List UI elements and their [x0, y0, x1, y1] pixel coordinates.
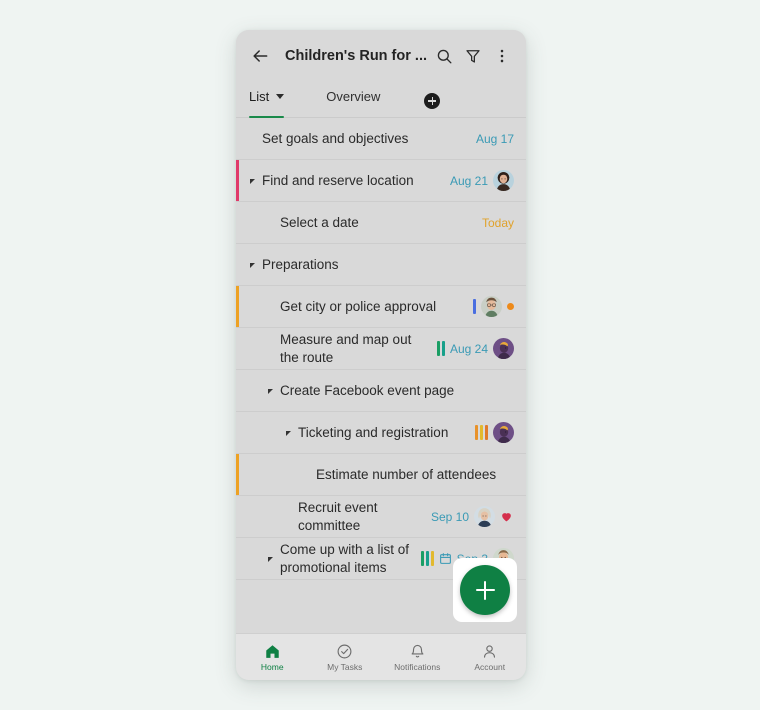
assignee-avatar[interactable] — [493, 170, 514, 191]
collapse-toggle-icon[interactable] — [250, 263, 255, 268]
task-tag-bars — [436, 341, 445, 356]
task-row[interactable]: Create Facebook event page — [236, 370, 526, 412]
tab-bar: List Overview — [236, 82, 526, 118]
nav-item-label: My Tasks — [327, 661, 363, 672]
filter-icon — [466, 50, 480, 63]
task-row[interactable]: Recruit event committee Sep 10 — [236, 496, 526, 538]
tab-list-label: List — [249, 89, 270, 104]
nav-item-label: Account — [474, 661, 506, 672]
task-row[interactable]: Estimate number of attendees — [236, 454, 526, 496]
task-title: Find and reserve location — [262, 172, 414, 188]
search-button[interactable] — [431, 43, 457, 69]
tag-bar — [473, 299, 476, 314]
search-icon — [437, 49, 452, 64]
arrow-left-icon — [253, 50, 268, 62]
assignee-avatar[interactable] — [481, 296, 502, 317]
more-options-button[interactable] — [489, 43, 515, 69]
app-bar: Children's Run for ... — [236, 30, 526, 82]
collapse-toggle-icon[interactable] — [286, 431, 291, 436]
nav-item-label: Home — [260, 661, 284, 672]
task-list[interactable]: Set goals and objectives Aug 17 Find and r… — [236, 118, 526, 633]
page-title: Children's Run for ... — [285, 48, 428, 64]
tab-overview-label: Overview — [326, 89, 381, 104]
nav-item-label: Notifications — [394, 661, 441, 672]
task-title: Estimate number of attendees — [316, 466, 497, 482]
tag-bar — [430, 551, 434, 566]
task-row[interactable]: Find and reserve location Aug 21 — [236, 160, 526, 202]
chevron-down-icon — [276, 94, 285, 99]
collapse-toggle-icon[interactable] — [250, 179, 255, 184]
task-title: Measure and map out the route — [280, 331, 412, 365]
bottom-navigation: Home My Tasks Notifications Account — [236, 633, 526, 680]
filter-button[interactable] — [460, 43, 486, 69]
tab-overview[interactable]: Overview — [326, 82, 380, 117]
task-row[interactable]: Select a date Today — [236, 202, 526, 244]
task-title: Ticketing and registration — [298, 424, 449, 440]
tag-bar — [420, 551, 424, 566]
task-tag-bars — [420, 551, 434, 566]
task-tag-bars — [475, 425, 488, 440]
task-title: Select a date — [280, 214, 359, 230]
phone-frame: Children's Run for ... List Overview Set… — [236, 30, 526, 680]
task-meta: Aug 24 — [436, 338, 514, 359]
row-accent-bar — [236, 160, 239, 201]
status-dot — [507, 303, 514, 310]
task-meta — [475, 422, 514, 443]
task-row[interactable]: Measure and map out the route Aug 24 — [236, 328, 526, 370]
bell-icon — [409, 643, 426, 660]
tag-bar — [441, 341, 445, 356]
screen: Children's Run for ... List Overview Set… — [0, 0, 760, 710]
task-meta — [473, 296, 514, 317]
task-meta: Sep 10 — [431, 506, 514, 527]
collapse-toggle-icon[interactable] — [268, 557, 273, 562]
heart-icon[interactable] — [500, 510, 514, 523]
task-row[interactable]: Set goals and objectives Aug 17 — [236, 118, 526, 160]
task-title: Preparations — [262, 256, 339, 272]
add-task-fab[interactable] — [460, 565, 510, 615]
tag-bar — [436, 341, 440, 356]
task-row[interactable]: Ticketing and registration — [236, 412, 526, 454]
tag-bar — [475, 425, 478, 440]
more-vertical-icon — [500, 49, 504, 63]
task-title: Set goals and objectives — [262, 130, 409, 146]
calendar-icon — [439, 552, 452, 565]
task-due-date: Aug 24 — [449, 341, 488, 356]
task-meta: Aug 21 — [450, 170, 514, 191]
collapse-toggle-icon[interactable] — [268, 389, 273, 394]
nav-item-notifications[interactable]: Notifications — [381, 643, 454, 672]
task-row[interactable]: Get city or police approval — [236, 286, 526, 328]
fab-container — [453, 558, 517, 622]
tag-bar — [425, 551, 429, 566]
row-accent-bar — [236, 286, 239, 327]
task-tag-bars — [473, 299, 476, 314]
add-tab-button[interactable] — [424, 93, 441, 109]
task-title: Recruit event committee — [298, 499, 378, 533]
home-icon — [264, 643, 281, 660]
assignee-avatar[interactable] — [493, 338, 514, 359]
task-due-date: Aug 21 — [449, 173, 488, 188]
task-title: Come up with a list of promotional items — [280, 541, 410, 575]
task-meta: Aug 17 — [476, 132, 514, 146]
task-meta: Today — [482, 216, 514, 230]
row-accent-bar — [236, 454, 239, 495]
assignee-avatar[interactable] — [474, 506, 495, 527]
task-title: Create Facebook event page — [280, 382, 455, 398]
nav-item-my-tasks[interactable]: My Tasks — [309, 643, 382, 672]
task-due-date: Sep 10 — [430, 509, 469, 524]
nav-item-home[interactable]: Home — [236, 643, 309, 672]
check-circle-icon — [336, 643, 353, 660]
task-due-date: Today — [481, 215, 514, 230]
nav-item-account[interactable]: Account — [454, 643, 527, 672]
tag-bar — [480, 425, 483, 440]
task-due-date: Aug 17 — [475, 131, 514, 146]
back-button[interactable] — [249, 45, 271, 67]
tag-bar — [485, 425, 488, 440]
task-title: Get city or police approval — [280, 298, 437, 314]
person-icon — [481, 643, 498, 660]
assignee-avatar[interactable] — [493, 422, 514, 443]
task-row[interactable]: Preparations — [236, 244, 526, 286]
tab-list[interactable]: List — [249, 82, 285, 118]
